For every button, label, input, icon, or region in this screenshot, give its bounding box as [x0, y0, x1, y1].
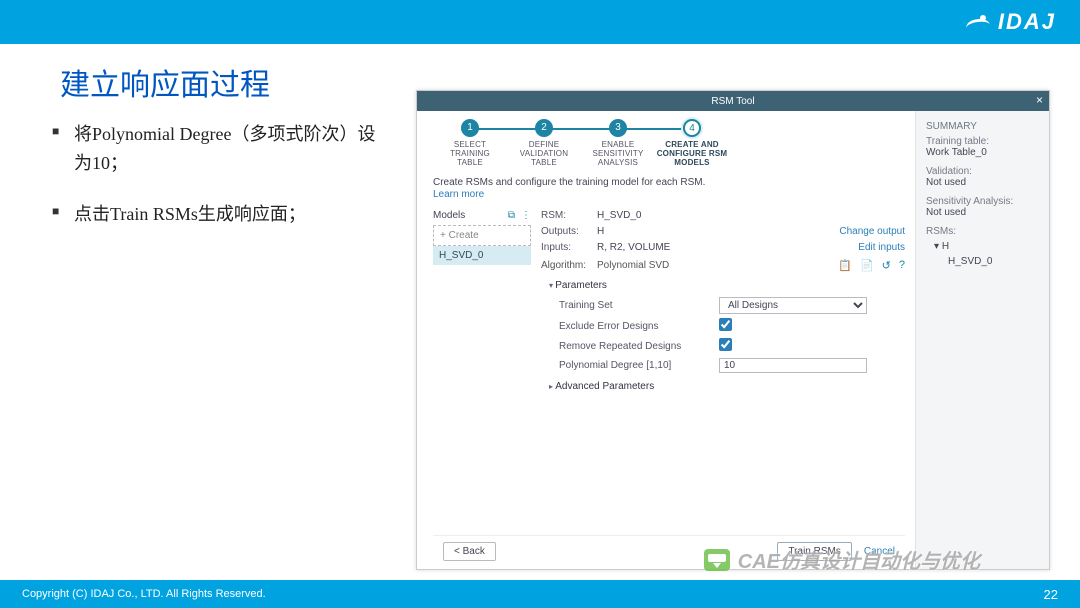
models-header-label: Models [433, 210, 465, 221]
exclude-error-checkbox[interactable] [719, 318, 732, 331]
polynomial-degree-label: Polynomial Degree [1,10] [559, 360, 719, 371]
rsm-detail-panel: RSM: H_SVD_0 Outputs: H Change output In… [541, 210, 905, 535]
copyright-text: Copyright (C) IDAJ Co., LTD. All Rights … [22, 588, 266, 600]
change-output-link[interactable]: Change output [839, 226, 905, 237]
step-2-number: 2 [535, 119, 553, 137]
remove-repeated-label: Remove Repeated Designs [559, 341, 719, 352]
remove-repeated-checkbox[interactable] [719, 338, 732, 351]
step-4[interactable]: 4 CREATE ANDCONFIGURE RSMMODELS [655, 119, 729, 167]
step-2[interactable]: 2 DEFINEVALIDATIONTABLE [507, 119, 581, 167]
watermark: CAE仿真设计自动化与优化 [704, 545, 980, 574]
page-number: 22 [1044, 587, 1058, 602]
copy-algo-icon[interactable]: 📋 [838, 259, 852, 272]
algorithm-value: Polynomial SVD [597, 260, 669, 271]
step-3-label: ENABLESENSITIVITYANALYSIS [581, 141, 655, 167]
summary-validation-value: Not used [926, 177, 1039, 188]
summary-panel: SUMMARY Training table: Work Table_0 Val… [915, 111, 1049, 569]
brand-text: IDAJ [998, 9, 1056, 35]
outputs-label: Outputs: [541, 226, 597, 237]
paste-algo-icon[interactable]: 📄 [860, 259, 874, 272]
step-3-number: 3 [609, 119, 627, 137]
rsm-tool-window: RSM Tool × 1 SELECTTRAININGTABLE 2 DEFIN… [416, 90, 1050, 570]
model-item-0[interactable]: H_SVD_0 [433, 246, 531, 265]
outputs-value: H [597, 226, 604, 237]
back-button[interactable]: < Back [443, 542, 496, 561]
summary-training-table-value: Work Table_0 [926, 147, 1039, 158]
menu-icon[interactable]: ⋮ [521, 210, 531, 221]
training-set-select[interactable]: All Designs [719, 297, 867, 314]
slide-title: 建立响应面过程 [60, 60, 270, 104]
rsm-name-value: H_SVD_0 [597, 210, 641, 221]
training-set-label: Training Set [559, 300, 719, 311]
close-icon[interactable]: × [1036, 93, 1043, 107]
summary-rsm-tree-root[interactable]: ▾ H [934, 241, 1039, 252]
tool-titlebar: RSM Tool × [417, 91, 1049, 111]
polynomial-degree-input[interactable] [719, 358, 867, 373]
step-1[interactable]: 1 SELECTTRAININGTABLE [433, 119, 507, 167]
learn-more-link[interactable]: Learn more [433, 189, 905, 200]
watermark-text: CAE仿真设计自动化与优化 [738, 545, 980, 574]
tool-title-text: RSM Tool [711, 96, 754, 107]
step-4-label: CREATE ANDCONFIGURE RSMMODELS [655, 141, 729, 167]
models-panel: Models ⧉ ⋮ + Create H_SVD_0 [433, 210, 531, 535]
bullet-1: 将Polynomial Degree（多项式阶次）设为10； [52, 120, 392, 178]
slide-bullets: 将Polynomial Degree（多项式阶次）设为10； 点击Train R… [52, 120, 392, 250]
step-1-label: SELECTTRAININGTABLE [433, 141, 507, 167]
exclude-error-label: Exclude Error Designs [559, 321, 719, 332]
advanced-parameters-header[interactable]: Advanced Parameters [549, 381, 905, 392]
wizard-stepper: 1 SELECTTRAININGTABLE 2 DEFINEVALIDATION… [433, 119, 905, 167]
parameters-section-header[interactable]: Parameters [549, 280, 905, 291]
inputs-label: Inputs: [541, 242, 597, 253]
inputs-value: R, R2, VOLUME [597, 242, 670, 253]
step-3[interactable]: 3 ENABLESENSITIVITYANALYSIS [581, 119, 655, 167]
copy-icon[interactable]: ⧉ [508, 210, 515, 221]
summary-sensitivity-label: Sensitivity Analysis: [926, 196, 1039, 207]
slide-footer: Copyright (C) IDAJ Co., LTD. All Rights … [0, 580, 1080, 608]
summary-rsms-label: RSMs: [926, 226, 1039, 237]
step-description: Create RSMs and configure the training m… [433, 177, 905, 188]
summary-validation-label: Validation: [926, 166, 1039, 177]
step-1-number: 1 [461, 119, 479, 137]
algorithm-label: Algorithm: [541, 260, 597, 271]
summary-header: SUMMARY [926, 121, 1039, 132]
summary-rsm-tree-child[interactable]: H_SVD_0 [934, 256, 1039, 267]
logo-swoosh-icon [966, 13, 992, 31]
create-model-button[interactable]: + Create [433, 225, 531, 246]
step-4-number: 4 [683, 119, 701, 137]
brand-logo: IDAJ [966, 9, 1056, 35]
wechat-icon [704, 549, 730, 571]
rsm-name-label: RSM: [541, 210, 597, 221]
edit-inputs-link[interactable]: Edit inputs [858, 242, 905, 253]
bullet-2: 点击Train RSMs生成响应面； [52, 200, 392, 229]
undo-icon[interactable]: ↺ [882, 259, 891, 272]
step-2-label: DEFINEVALIDATIONTABLE [507, 141, 581, 167]
summary-sensitivity-value: Not used [926, 207, 1039, 218]
help-icon[interactable]: ? [899, 259, 905, 272]
summary-training-table-label: Training table: [926, 136, 1039, 147]
